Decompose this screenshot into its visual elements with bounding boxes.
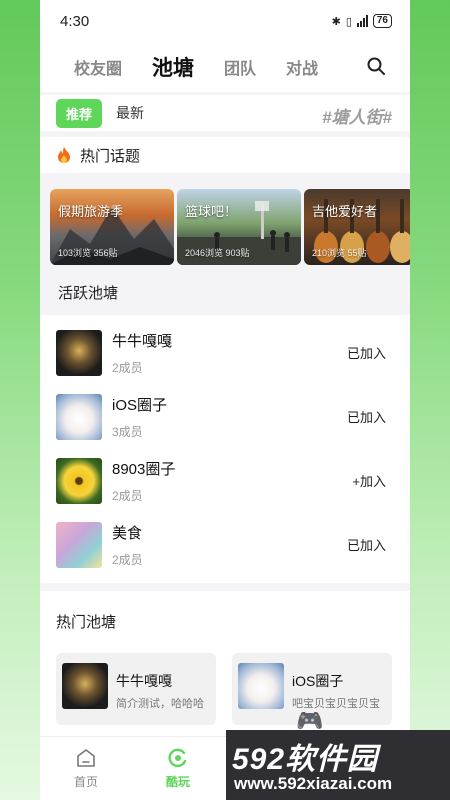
- avatar: [238, 663, 284, 709]
- banner-stats: 210浏览 55贴: [312, 248, 367, 258]
- banner-title: 篮球吧！: [185, 204, 238, 219]
- hashtag-link[interactable]: #塘人街#: [322, 103, 392, 128]
- status-icons: ✱ ▯ 76: [332, 14, 392, 28]
- search-icon[interactable]: [366, 56, 386, 76]
- pond-members: 2成员: [112, 361, 143, 375]
- sub-tabs: 推荐 最新 #塘人街#: [40, 95, 410, 131]
- hot-topics-header: 热门话题: [40, 137, 410, 173]
- join-button[interactable]: +加入: [352, 471, 386, 490]
- pond-name: 牛牛嘎嘎: [112, 333, 173, 350]
- tab-pond[interactable]: 池塘: [152, 52, 194, 82]
- avatar: [56, 394, 102, 440]
- card-name: iOS圈子: [292, 673, 344, 689]
- fire-icon: [58, 147, 70, 163]
- nav-home-label: 首页: [73, 775, 98, 789]
- avatar: [56, 522, 102, 568]
- pond-info: iOS圈子 3成员: [112, 394, 167, 440]
- latest-tab[interactable]: 最新: [116, 103, 144, 123]
- nav-home[interactable]: 首页: [56, 747, 116, 790]
- avatar: [56, 458, 102, 504]
- list-item[interactable]: iOS圈子 3成员 已加入: [40, 385, 410, 449]
- topic-banners: 假期旅游季 103浏览 356贴 篮球吧！ 2046浏览 903贴 吉他爱好者 …: [40, 179, 410, 269]
- join-status-button[interactable]: 已加入: [347, 407, 386, 426]
- tab-team-label: 团队: [224, 61, 257, 78]
- bluetooth-icon: ✱: [331, 15, 341, 28]
- banner-title: 吉他爱好者: [312, 204, 378, 219]
- hot-pond-card[interactable]: 牛牛嘎嘎 简介测试，哈哈哈: [56, 653, 216, 725]
- list-item[interactable]: 牛牛嘎嘎 2成员 已加入: [40, 321, 410, 385]
- pond-members: 2成员: [112, 489, 143, 503]
- watermark: 592软件园 www.592xiazai.com: [226, 730, 450, 800]
- list-item[interactable]: 8903圈子 2成员 +加入: [40, 449, 410, 513]
- banner-title: 假期旅游季: [58, 204, 124, 219]
- banner-stats: 103浏览 356贴: [58, 248, 118, 258]
- play-icon: [168, 748, 187, 768]
- nav-play-label: 酷玩: [165, 775, 190, 789]
- game-controller-icon: 🎮: [296, 708, 324, 733]
- active-ponds-header: 活跃池塘: [40, 269, 410, 315]
- watermark-url: www.592xiazai.com: [234, 774, 393, 793]
- active-ponds-title: 活跃池塘: [58, 284, 119, 302]
- top-tabs: 校友圈 池塘 团队 对战: [40, 42, 410, 92]
- tab-pond-label: 池塘: [152, 57, 195, 80]
- recommend-chip[interactable]: 推荐: [56, 98, 103, 128]
- list-item[interactable]: 美食 2成员 已加入: [40, 513, 410, 577]
- avatar: [62, 663, 108, 709]
- signal-icon: [356, 15, 368, 27]
- hot-ponds-title: 热门池塘: [56, 614, 117, 631]
- watermark-brand: 592软件园: [232, 743, 379, 776]
- pond-name: iOS圈子: [112, 397, 168, 414]
- topic-banner-guitar[interactable]: 吉他爱好者 210浏览 55贴: [304, 189, 410, 265]
- card-name: 牛牛嘎嘎: [116, 673, 172, 689]
- join-status-button[interactable]: 已加入: [347, 535, 386, 554]
- app-screen: 4:30 ✱ ▯ 76 校友圈 池塘 团队 对战 推荐 最新 #塘人街# 热门话…: [40, 0, 410, 800]
- pond-info: 美食 2成员: [112, 522, 143, 568]
- pond-info: 8903圈子 2成员: [112, 458, 175, 504]
- pond-name: 美食: [112, 525, 143, 542]
- nav-play[interactable]: 酷玩: [148, 747, 208, 790]
- tab-battle-label: 对战: [286, 61, 319, 78]
- pond-members: 2成员: [112, 553, 143, 567]
- vibrate-icon: ▯: [345, 15, 352, 28]
- home-icon: [77, 749, 95, 767]
- banner-stats: 2046浏览 903贴: [185, 248, 250, 258]
- hot-topics-title: 热门话题: [80, 147, 141, 165]
- tab-battle[interactable]: 对战: [286, 55, 318, 79]
- tab-alumni[interactable]: 校友圈: [74, 55, 122, 79]
- battery-icon: 76: [372, 14, 392, 28]
- card-desc: 简介测试，哈哈哈: [116, 698, 204, 710]
- pond-info: 牛牛嘎嘎 2成员: [112, 330, 172, 376]
- active-ponds-list: 牛牛嘎嘎 2成员 已加入 iOS圈子 3成员 已加入 8903圈子 2成员 +加…: [40, 315, 410, 583]
- topic-banner-travel[interactable]: 假期旅游季 103浏览 356贴: [50, 189, 174, 265]
- tab-team[interactable]: 团队: [224, 55, 256, 79]
- status-bar: 4:30 ✱ ▯ 76: [40, 0, 410, 42]
- status-time: 4:30: [60, 12, 90, 30]
- pond-name: 8903圈子: [112, 461, 176, 478]
- topic-banner-basketball[interactable]: 篮球吧！ 2046浏览 903贴: [177, 189, 301, 265]
- pond-members: 3成员: [112, 425, 143, 439]
- tab-alumni-label: 校友圈: [74, 61, 123, 78]
- join-status-button[interactable]: 已加入: [347, 343, 386, 362]
- avatar: [56, 330, 102, 376]
